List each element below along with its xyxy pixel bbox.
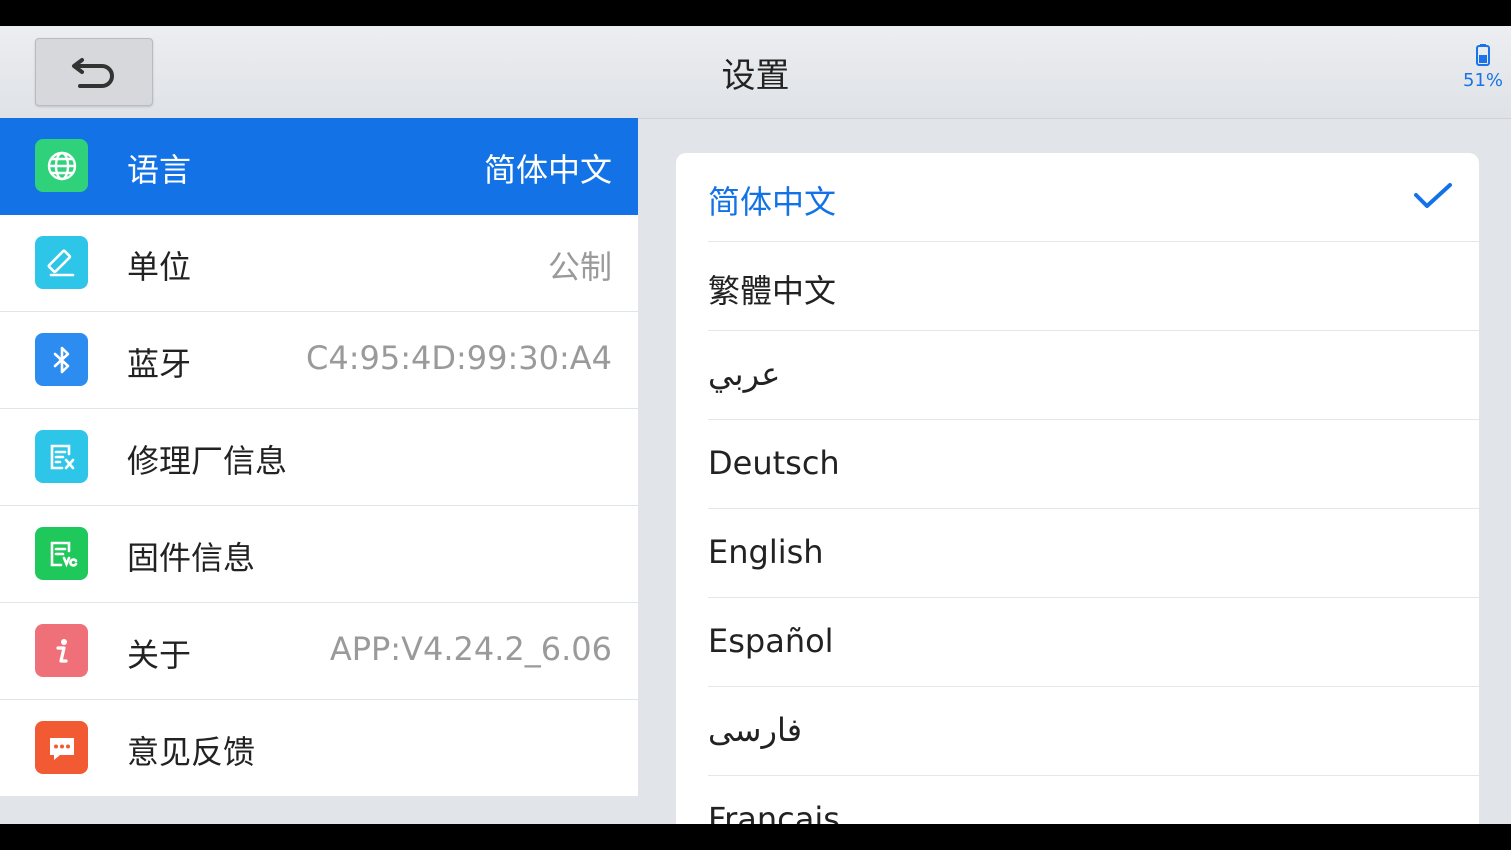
menu-item-label: 蓝牙	[127, 345, 192, 383]
ruler-icon	[35, 236, 88, 289]
language-option[interactable]: Français	[708, 776, 1479, 824]
menu-item-workshop-info[interactable]: 修理厂信息	[0, 409, 638, 506]
menu-item-unit[interactable]: 单位 公制	[0, 215, 638, 312]
menu-item-label: 固件信息	[127, 539, 256, 577]
battery-icon	[1476, 44, 1490, 66]
menu-item-label: 关于	[127, 636, 192, 674]
language-label: Deutsch	[708, 444, 840, 482]
language-option[interactable]: 繁體中文	[708, 242, 1479, 331]
checkmark-icon	[1414, 183, 1452, 208]
language-option[interactable]: Español	[708, 598, 1479, 687]
menu-item-label: 语言	[127, 151, 192, 189]
menu-item-label: 意见反馈	[127, 733, 256, 771]
language-option[interactable]: Deutsch	[708, 420, 1479, 509]
menu-item-language[interactable]: 语言 简体中文	[0, 118, 638, 215]
settings-screen: 设置 51% 语言 简体中文 单位 公制 蓝牙 C4:95:4D:99:30:A…	[0, 26, 1511, 824]
settings-menu: 语言 简体中文 单位 公制 蓝牙 C4:95:4D:99:30:A4 修理厂信息	[0, 118, 638, 797]
language-label: 简体中文	[708, 183, 837, 221]
language-label: فارسی	[708, 711, 802, 749]
language-option[interactable]: فارسی	[708, 687, 1479, 776]
page-title: 设置	[721, 56, 790, 96]
language-label: عربي	[708, 355, 781, 393]
workshop-info-icon	[35, 430, 88, 483]
menu-item-value: 简体中文	[483, 151, 612, 189]
menu-item-value: C4:95:4D:99:30:A4	[305, 339, 612, 377]
menu-item-feedback[interactable]: 意见反馈	[0, 700, 638, 797]
firmware-info-icon	[35, 527, 88, 580]
feedback-icon	[35, 721, 88, 774]
bluetooth-icon	[35, 333, 88, 386]
language-label: 繁體中文	[708, 272, 837, 310]
battery-status: 51%	[1463, 44, 1503, 91]
menu-item-about[interactable]: 关于 APP:V4.24.2_6.06	[0, 603, 638, 700]
language-option[interactable]: English	[708, 509, 1479, 598]
battery-percent: 51%	[1463, 70, 1504, 91]
menu-item-value: 公制	[547, 248, 612, 286]
globe-icon	[35, 139, 88, 192]
language-label: English	[708, 533, 824, 571]
menu-item-value: APP:V4.24.2_6.06	[329, 630, 612, 668]
language-label: Español	[708, 622, 834, 660]
menu-item-label: 修理厂信息	[127, 442, 288, 480]
language-option[interactable]: عربي	[708, 331, 1479, 420]
language-option[interactable]: 简体中文	[708, 153, 1479, 242]
info-icon	[35, 624, 88, 677]
menu-item-bluetooth[interactable]: 蓝牙 C4:95:4D:99:30:A4	[0, 312, 638, 409]
menu-item-firmware-info[interactable]: 固件信息	[0, 506, 638, 603]
menu-item-label: 单位	[127, 248, 192, 286]
top-bar: 设置 51%	[0, 26, 1511, 119]
language-list: 简体中文 繁體中文 عربي Deutsch English Español ف…	[676, 153, 1479, 824]
language-label: Français	[708, 800, 840, 824]
